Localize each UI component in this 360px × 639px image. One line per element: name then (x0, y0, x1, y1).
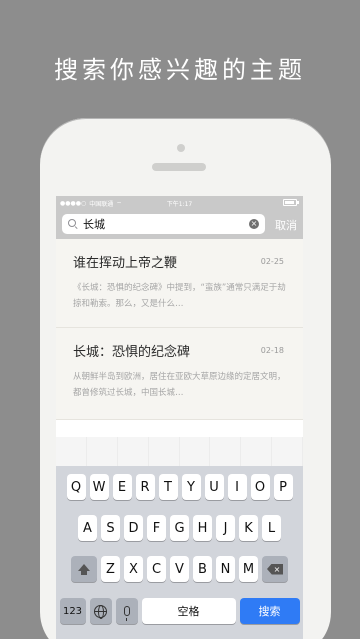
phone-camera (177, 144, 185, 152)
shift-icon (78, 563, 90, 575)
cancel-button[interactable]: 取消 (275, 217, 297, 233)
key-e[interactable]: E (112, 474, 132, 500)
search-bar: × 取消 (56, 209, 303, 239)
battery-icon (283, 199, 299, 206)
keyboard-row-3: Z X C V B N M × (56, 556, 303, 582)
microphone-icon (123, 606, 130, 621)
key-q[interactable]: Q (66, 474, 86, 500)
prediction-slot[interactable] (86, 437, 118, 466)
key-n[interactable]: N (216, 556, 235, 582)
results-list: 谁在挥动上帝之鞭 02-25 《长城：恐惧的纪念碑》中提到，“蛮族”通常只满足于… (56, 239, 303, 420)
phone-speaker (152, 163, 206, 171)
result-item[interactable]: 长城：恐惧的纪念碑 02-18 从朝鲜半岛到欧洲，居住在亚欧大草原边缘的定居文明… (56, 328, 303, 420)
key-f[interactable]: F (147, 515, 166, 541)
key-y[interactable]: Y (181, 474, 201, 500)
prediction-slot[interactable] (210, 437, 242, 466)
key-w[interactable]: W (89, 474, 109, 500)
key-o[interactable]: O (250, 474, 270, 500)
key-m[interactable]: M (239, 556, 258, 582)
key-l[interactable]: L (262, 515, 281, 541)
result-snippet: 《长城：恐惧的纪念碑》中提到，“蛮族”通常只满足于劫掠和勒索。那么，又是什么… (73, 283, 286, 309)
status-time: 下午1:17 (166, 201, 193, 208)
key-p[interactable]: P (273, 474, 293, 500)
prediction-slot[interactable] (117, 437, 149, 466)
key-r[interactable]: R (135, 474, 155, 500)
backspace-key[interactable]: × (262, 556, 288, 582)
prediction-slot[interactable] (179, 437, 211, 466)
key-d[interactable]: D (124, 515, 143, 541)
phone-screen: ●●●●○ 中国联通 ⌔ 下午1:17 × 取消 谁在挥动上帝之鞭 02-25 … (56, 196, 303, 639)
search-input[interactable] (83, 217, 233, 231)
result-snippet: 从朝鲜半岛到欧洲，居住在亚欧大草原边缘的定居文明，都曾修筑过长城，中国长城… (73, 372, 286, 398)
globe-icon (94, 604, 107, 619)
key-k[interactable]: K (239, 515, 258, 541)
key-j[interactable]: J (216, 515, 235, 541)
key-a[interactable]: A (78, 515, 97, 541)
result-title: 长城：恐惧的纪念碑 (73, 345, 191, 360)
key-b[interactable]: B (193, 556, 212, 582)
clear-icon[interactable]: × (249, 219, 259, 229)
search-icon (68, 219, 78, 229)
result-date: 02-18 (260, 346, 284, 355)
battery-level (285, 201, 294, 204)
key-c[interactable]: C (147, 556, 166, 582)
key-i[interactable]: I (227, 474, 247, 500)
prediction-slot[interactable] (56, 437, 87, 466)
result-date: 02-25 (260, 257, 284, 266)
key-s[interactable]: S (101, 515, 120, 541)
keyboard-row-4: 123 空格 搜索 (56, 598, 303, 624)
prediction-slot[interactable] (241, 437, 273, 466)
keyboard-row-1: Q W E R T Y U I O P (56, 474, 303, 500)
search-key[interactable]: 搜索 (239, 598, 300, 624)
prediction-bar (56, 437, 303, 466)
key-h[interactable]: H (193, 515, 212, 541)
key-u[interactable]: U (204, 474, 224, 500)
key-x[interactable]: X (124, 556, 143, 582)
keyboard: Q W E R T Y U I O P A S D F G H J K L Z … (56, 437, 303, 639)
key-z[interactable]: Z (101, 556, 120, 582)
numbers-key[interactable]: 123 (59, 598, 86, 624)
key-t[interactable]: T (158, 474, 178, 500)
key-g[interactable]: G (170, 515, 189, 541)
key-v[interactable]: V (170, 556, 189, 582)
status-bar: ●●●●○ 中国联通 ⌔ 下午1:17 (56, 196, 303, 209)
space-key[interactable]: 空格 (141, 598, 236, 624)
result-item[interactable]: 谁在挥动上帝之鞭 02-25 《长城：恐惧的纪念碑》中提到，“蛮族”通常只满足于… (56, 239, 303, 328)
prediction-slot[interactable] (272, 437, 303, 466)
search-field[interactable]: × (62, 214, 265, 234)
prediction-slot[interactable] (148, 437, 180, 466)
keyboard-row-2: A S D F G H J K L (56, 515, 303, 541)
globe-key[interactable] (89, 598, 112, 624)
shift-key[interactable] (71, 556, 97, 582)
backspace-icon: × (267, 563, 283, 575)
result-title: 谁在挥动上帝之鞭 (73, 256, 178, 271)
headline: 搜索你感兴趣的主题 (54, 56, 306, 84)
microphone-key[interactable] (115, 598, 138, 624)
